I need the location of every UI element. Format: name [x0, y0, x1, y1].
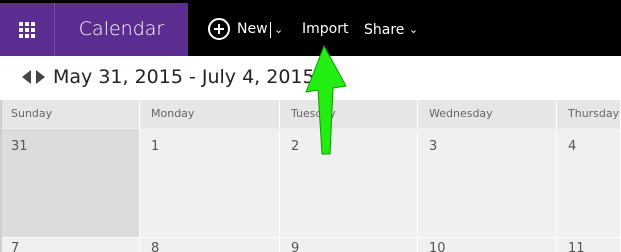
weekday-header: Monday	[140, 100, 280, 128]
new-split-divider	[270, 22, 271, 38]
day-cell[interactable]: 9	[280, 238, 418, 252]
app-launcher-button[interactable]	[0, 3, 54, 56]
new-button[interactable]: New	[237, 3, 268, 56]
app-name[interactable]: Calendar	[55, 3, 188, 56]
day-cell[interactable]: 10	[418, 238, 557, 252]
triangle-right-icon[interactable]	[36, 70, 45, 84]
waffle-grid-icon	[19, 21, 35, 38]
day-cell[interactable]: 4	[557, 129, 621, 237]
day-cell[interactable]: 1	[140, 129, 280, 237]
day-cell[interactable]: 31	[0, 129, 140, 237]
date-range-title: May 31, 2015 - July 4, 2015	[53, 66, 315, 88]
plus-circle-icon[interactable]	[208, 18, 230, 40]
weekday-header: Wednesday	[418, 100, 557, 128]
chevron-down-icon: ⌄	[274, 23, 284, 36]
triangle-left-icon[interactable]	[22, 70, 31, 84]
day-cell[interactable]: 2	[280, 129, 418, 237]
day-cell[interactable]: 7	[0, 238, 140, 252]
weekday-header: Sunday	[0, 100, 140, 128]
day-cell[interactable]: 11	[557, 238, 621, 252]
chevron-down-icon: ⌄	[408, 23, 419, 36]
weekday-header: Thursday	[557, 100, 621, 128]
day-cell[interactable]: 8	[140, 238, 280, 252]
new-dropdown-button[interactable]: ⌄	[274, 3, 283, 56]
window-left-edge	[0, 100, 2, 252]
import-button[interactable]: Import	[302, 3, 348, 56]
share-label: Share	[364, 22, 405, 38]
weekday-header: Tuesday	[280, 100, 418, 128]
day-cell[interactable]: 3	[418, 129, 557, 237]
share-button[interactable]: Share ⌄	[364, 3, 418, 56]
